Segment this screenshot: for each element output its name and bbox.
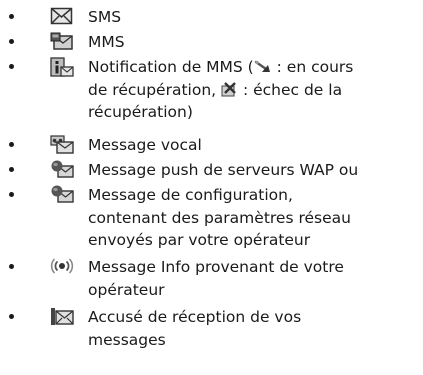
item-line: Message push de serveurs WAP ou — [88, 161, 359, 179]
bullet — [9, 167, 14, 172]
item-line: contenant des paramètres réseau — [88, 208, 351, 227]
bullet — [9, 192, 14, 197]
item-text-part: de récupération, — [88, 80, 222, 99]
mms-envelope-icon — [50, 32, 74, 51]
item-line: Message de configuration, — [88, 186, 293, 204]
bullet — [9, 264, 14, 269]
item-text: Message Info provenant de votre opérateu… — [88, 256, 418, 301]
retrieving-arrow-icon — [254, 60, 272, 74]
item-line: MMS — [88, 33, 125, 51]
item-text-part: : en cours — [271, 58, 354, 76]
item-text: MMS — [88, 31, 418, 54]
item-text: Message vocal — [88, 134, 418, 157]
wap-push-icon — [50, 160, 74, 179]
bullet — [9, 64, 14, 69]
item-line: de récupération, : échec de la — [88, 79, 418, 102]
item-line: opérateur — [88, 280, 165, 299]
item-text: Notification de MMS ( : en cours de récu… — [88, 56, 418, 124]
item-line: Message vocal — [88, 136, 202, 154]
item-line: récupération) — [88, 103, 193, 121]
item-text: Message de configuration, contenant des … — [88, 184, 418, 252]
bullet — [9, 142, 14, 147]
item-text-part: : échec de la — [238, 80, 343, 99]
item-line: messages — [88, 330, 166, 349]
item-text: Message push de serveurs WAP ou — [88, 159, 418, 182]
configuration-message-icon — [50, 185, 74, 204]
item-text: Accusé de réception de vos messages — [88, 306, 418, 351]
delivery-report-icon — [50, 307, 74, 326]
item-line: Notification de MMS ( : en cours — [88, 56, 418, 79]
item-line: Accusé de réception de vos — [88, 308, 302, 326]
bullet — [9, 314, 14, 319]
cell-broadcast-icon — [50, 257, 74, 276]
bullet — [9, 39, 14, 44]
item-line: Message Info provenant de votre — [88, 258, 344, 276]
item-text-part: Notification de MMS ( — [88, 58, 254, 76]
bullet — [9, 14, 14, 19]
item-line: envoyés par votre opérateur — [88, 231, 311, 249]
retrieval-failed-icon — [221, 81, 238, 97]
voice-message-icon — [50, 135, 74, 154]
envelope-icon — [50, 7, 74, 26]
mms-notification-icon — [50, 57, 74, 77]
item-line: SMS — [88, 8, 122, 26]
item-text: SMS — [88, 6, 418, 29]
